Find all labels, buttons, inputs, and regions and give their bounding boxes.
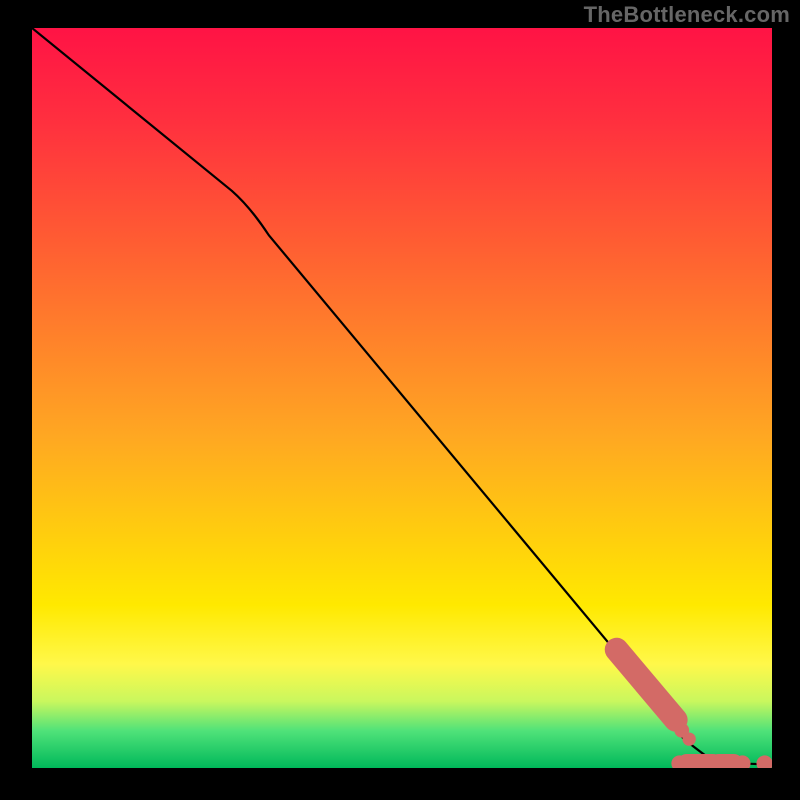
curve-marker-dot <box>682 732 695 745</box>
curve-marker-cluster <box>617 650 696 746</box>
plot-overlay <box>32 28 772 768</box>
bottleneck-curve <box>32 28 772 764</box>
watermark-text: TheBottleneck.com <box>584 2 790 28</box>
plot-area <box>32 28 772 768</box>
bottom-marker-dot <box>756 755 772 768</box>
chart-stage: TheBottleneck.com <box>0 0 800 800</box>
bottom-marker-row <box>671 755 772 768</box>
curve-marker-segment <box>617 650 676 720</box>
